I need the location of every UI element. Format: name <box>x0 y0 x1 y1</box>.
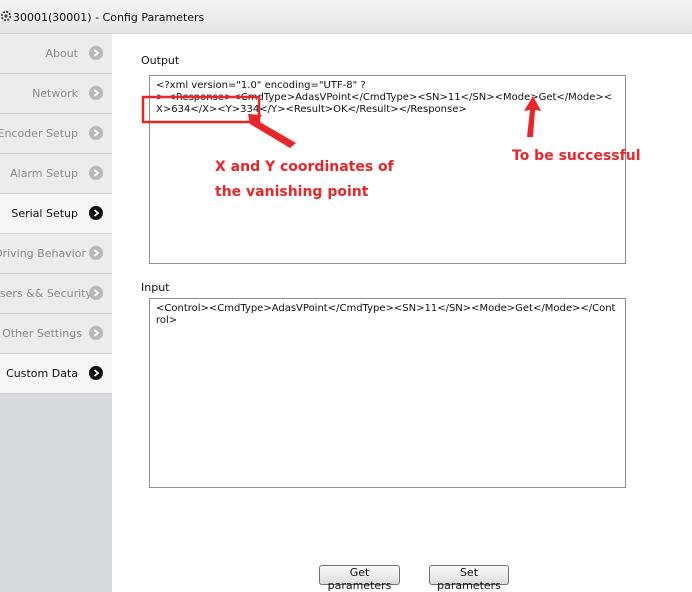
app-gear-icon <box>0 10 12 22</box>
sidebar-item-label: Network <box>32 87 78 100</box>
window-title: 30001(30001) - Config Parameters <box>13 11 205 24</box>
chevron-right-icon <box>89 326 103 340</box>
sidebar-item-network[interactable]: Network <box>0 74 112 114</box>
chevron-right-icon <box>89 246 103 260</box>
sidebar-item-users-security[interactable]: Users && Security <box>0 274 112 314</box>
set-parameters-button[interactable]: Set parameters <box>429 565 509 592</box>
sidebar-item-label: About <box>45 47 78 60</box>
sidebar-item-driving-behavior[interactable]: Driving Behavior <box>0 234 112 274</box>
output-label: Output <box>141 54 180 67</box>
sidebar-item-about[interactable]: About <box>0 34 112 74</box>
sidebar-item-label: Serial Setup <box>11 207 78 220</box>
chevron-right-icon <box>89 126 103 140</box>
chevron-right-icon <box>89 366 103 380</box>
coordinates-annotation-line2: the vanishing point <box>215 184 369 200</box>
sidebar-item-custom-data[interactable]: Custom Data <box>0 354 112 394</box>
sidebar-item-label: Other Settings <box>2 327 82 340</box>
title-bar: 30001(30001) - Config Parameters <box>0 0 692 34</box>
sidebar-item-other-settings[interactable]: Other Settings <box>0 314 112 354</box>
sidebar-item-label: Alarm Setup <box>10 167 78 180</box>
sidebar-item-serial-setup[interactable]: Serial Setup <box>0 194 112 234</box>
sidebar-item-label: Driving Behavior <box>0 247 86 260</box>
get-parameters-button[interactable]: Get parameters <box>319 565 400 592</box>
sidebar: About Network Encoder Setup Alarm Setup … <box>0 34 112 592</box>
success-annotation: To be successful <box>512 148 641 164</box>
chevron-right-icon <box>89 46 103 60</box>
input-label: Input <box>141 281 170 294</box>
sidebar-item-alarm-setup[interactable]: Alarm Setup <box>0 154 112 194</box>
chevron-right-icon <box>89 286 103 300</box>
chevron-right-icon <box>89 166 103 180</box>
sidebar-item-label: Custom Data <box>6 367 78 380</box>
chevron-right-icon <box>89 86 103 100</box>
input-textarea[interactable]: <Control><CmdType>AdasVPoint</CmdType><S… <box>149 298 626 488</box>
sidebar-item-encoder-setup[interactable]: Encoder Setup <box>0 114 112 154</box>
main-panel: Output <?xml version="1.0" encoding="UTF… <box>112 34 692 592</box>
coordinates-annotation-line1: X and Y coordinates of <box>215 159 394 175</box>
chevron-right-icon <box>89 206 103 220</box>
sidebar-item-label: Users && Security <box>0 287 92 300</box>
sidebar-item-label: Encoder Setup <box>0 127 78 140</box>
